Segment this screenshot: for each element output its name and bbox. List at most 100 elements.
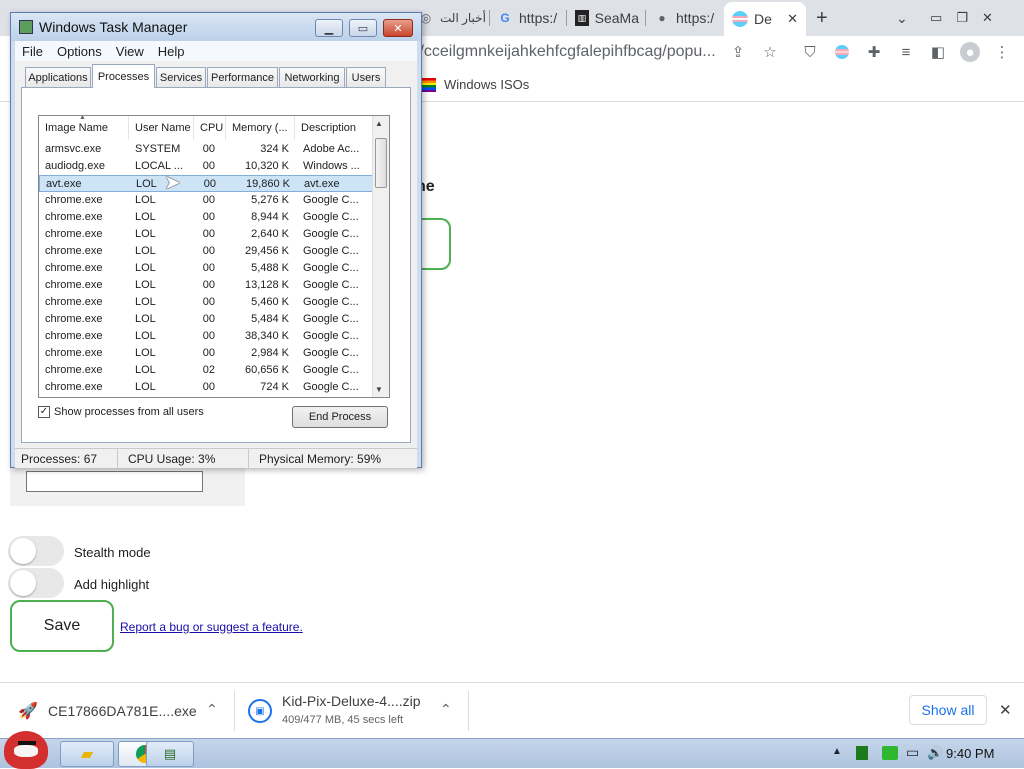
- volume-icon[interactable]: 🔊: [927, 745, 943, 761]
- process-row[interactable]: chrome.exe LOL 00 5,460 K Google C...: [39, 294, 373, 311]
- scrollbar-thumb[interactable]: [375, 138, 387, 188]
- show-all-users-label: Show processes from all users: [54, 406, 204, 418]
- cell-image-name: chrome.exe: [45, 347, 103, 359]
- browser-tab-3[interactable]: ▥ SeaMa: [575, 4, 639, 32]
- process-row[interactable]: armsvc.exe SYSTEM 00 324 K Adobe Ac...: [39, 141, 373, 158]
- tray-battery-icon[interactable]: [882, 746, 898, 760]
- restore-icon[interactable]: ❐: [956, 10, 968, 26]
- start-button-angry-bird-icon[interactable]: [4, 731, 48, 769]
- address-bar[interactable]: //cceilgmnkeijahkehfcgfalepihfbcag/popu.…: [415, 38, 715, 66]
- process-row[interactable]: chrome.exe LOL 00 2,640 K Google C...: [39, 226, 373, 243]
- network-icon[interactable]: ▭: [906, 744, 919, 761]
- download-item-2-name[interactable]: Kid-Pix-Deluxe-4....zip: [282, 693, 421, 709]
- process-row[interactable]: avt.exe LOL 00 19,860 Kavt.exe: [39, 175, 373, 192]
- close-tab-icon[interactable]: ✕: [787, 11, 798, 27]
- column-cpu[interactable]: CPU: [194, 116, 226, 140]
- column-image-name[interactable]: Image Name ▲: [39, 116, 129, 140]
- tab-processes[interactable]: Processes: [92, 64, 155, 88]
- media-control-icon[interactable]: ≡: [896, 42, 916, 62]
- task-manager-titlebar[interactable]: Windows Task Manager ▁ ▭ ✕: [11, 13, 421, 41]
- process-row[interactable]: chrome.exe LOL 00 5,488 K Google C...: [39, 260, 373, 277]
- cell-user-name: LOL: [135, 364, 156, 376]
- status-processes: Processes: 67: [21, 452, 98, 466]
- show-all-users-option[interactable]: ✓ Show processes from all users: [38, 406, 204, 418]
- chevron-up-icon[interactable]: ⌃: [206, 701, 218, 718]
- browser-tab-active[interactable]: De ✕: [724, 2, 806, 36]
- chevron-up-icon[interactable]: ⌃: [440, 701, 452, 718]
- scroll-down-icon[interactable]: ▼: [375, 385, 383, 394]
- end-process-button[interactable]: End Process: [292, 406, 388, 428]
- clock[interactable]: 9:40 PM: [946, 746, 994, 761]
- tab-search-icon[interactable]: ⌄: [896, 4, 916, 32]
- bookmark-windows-isos[interactable]: Windows ISOs: [420, 77, 529, 92]
- text-input[interactable]: [26, 471, 203, 492]
- minimize-button[interactable]: ▁: [315, 19, 343, 37]
- menu-kebab-icon[interactable]: ⋮: [992, 42, 1012, 62]
- side-panel-icon[interactable]: ◧: [928, 42, 948, 62]
- taskbar-explorer-button[interactable]: ▰: [60, 741, 114, 767]
- ublock-icon[interactable]: ⛉: [800, 42, 820, 62]
- tab-networking[interactable]: Networking: [279, 67, 345, 87]
- close-window-icon[interactable]: ✕: [982, 10, 993, 26]
- tab-applications[interactable]: Applications: [25, 67, 91, 87]
- taskbar-taskmgr-button[interactable]: ▤: [146, 741, 194, 767]
- show-all-button[interactable]: Show all: [909, 695, 987, 725]
- cell-cpu: 00: [202, 143, 215, 155]
- profile-avatar-icon[interactable]: ●: [960, 42, 980, 62]
- checkbox-checked-icon[interactable]: ✓: [38, 406, 50, 418]
- stealth-mode-toggle[interactable]: [8, 536, 64, 566]
- process-row[interactable]: chrome.exe LOL 00 5,484 K Google C...: [39, 311, 373, 328]
- tab-users[interactable]: Users: [346, 67, 386, 87]
- cell-description: Adobe Ac...: [303, 143, 360, 155]
- extension-flag-icon[interactable]: [832, 42, 852, 62]
- process-row[interactable]: chrome.exe LOL 02 60,656 K Google C...: [39, 362, 373, 379]
- share-icon[interactable]: ⇪: [728, 42, 748, 62]
- list-scrollbar[interactable]: ▲ ▼: [372, 116, 389, 397]
- new-tab-button[interactable]: +: [816, 4, 838, 32]
- process-row[interactable]: chrome.exe LOL 00 13,128 K Google C...: [39, 277, 373, 294]
- browser-tab-1[interactable]: ◎ أخبار الت: [418, 4, 490, 32]
- process-row[interactable]: chrome.exe LOL 00 38,340 K Google C...: [39, 328, 373, 345]
- menu-help[interactable]: Help: [151, 44, 192, 59]
- maximize-button[interactable]: ▭: [349, 19, 377, 37]
- tab-label: De: [754, 11, 772, 27]
- column-memory[interactable]: Memory (...: [226, 116, 295, 140]
- close-button[interactable]: ✕: [383, 19, 413, 37]
- tab-label: أخبار الت: [440, 11, 486, 25]
- process-row[interactable]: chrome.exe LOL 00 2,984 K Google C...: [39, 345, 373, 362]
- scroll-up-icon[interactable]: ▲: [375, 119, 383, 128]
- download-item-1-name[interactable]: CE17866DA781E....exe: [48, 703, 197, 719]
- close-download-bar-icon[interactable]: ✕: [999, 701, 1012, 719]
- menu-options[interactable]: Options: [50, 44, 109, 59]
- browser-tab-2[interactable]: G https:/: [497, 4, 561, 32]
- cell-user-name: LOL: [135, 228, 156, 240]
- minimize-icon[interactable]: ▭: [930, 10, 942, 26]
- bookmark-star-icon[interactable]: ☆: [760, 42, 780, 62]
- save-button[interactable]: Save: [10, 600, 114, 652]
- cell-description: Google C...: [303, 279, 359, 291]
- cell-image-name: chrome.exe: [45, 313, 103, 325]
- process-row[interactable]: chrome.exe LOL 00 5,276 K Google C...: [39, 192, 373, 209]
- tray-expand-icon[interactable]: ▲: [832, 746, 842, 757]
- cell-user-name: LOL: [135, 194, 156, 206]
- tray-app-icon[interactable]: [856, 746, 868, 760]
- report-bug-link[interactable]: Report a bug or suggest a feature.: [120, 620, 303, 634]
- process-row[interactable]: chrome.exe LOL 00 724 K Google C...: [39, 379, 373, 396]
- process-row[interactable]: chrome.exe LOL 00 29,456 K Google C...: [39, 243, 373, 260]
- tab-services[interactable]: Services: [156, 67, 206, 87]
- menu-view[interactable]: View: [109, 44, 151, 59]
- tab-performance[interactable]: Performance: [207, 67, 278, 87]
- puzzle-icon[interactable]: ✚: [864, 42, 884, 62]
- add-highlight-toggle[interactable]: [8, 568, 64, 598]
- process-row[interactable]: chrome.exe LOL 00 8,944 K Google C...: [39, 209, 373, 226]
- column-user-name[interactable]: User Name: [129, 116, 194, 140]
- process-row[interactable]: audiodg.exe LOCAL ... 00 10,320 K Windows ..…: [39, 158, 373, 175]
- cell-user-name: LOL: [135, 347, 156, 359]
- bookmark-label: Windows ISOs: [444, 77, 530, 92]
- menu-file[interactable]: File: [15, 44, 50, 59]
- download-bar: 🚀 CE17866DA781E....exe ⌃ ▣ Kid-Pix-Delux…: [0, 682, 1024, 738]
- browser-tab-4[interactable]: ● https:/: [654, 4, 720, 32]
- process-list[interactable]: Image Name ▲ User Name CPU Memory (... D…: [38, 115, 390, 398]
- cell-cpu: 00: [203, 178, 216, 190]
- column-description[interactable]: Description: [295, 116, 373, 140]
